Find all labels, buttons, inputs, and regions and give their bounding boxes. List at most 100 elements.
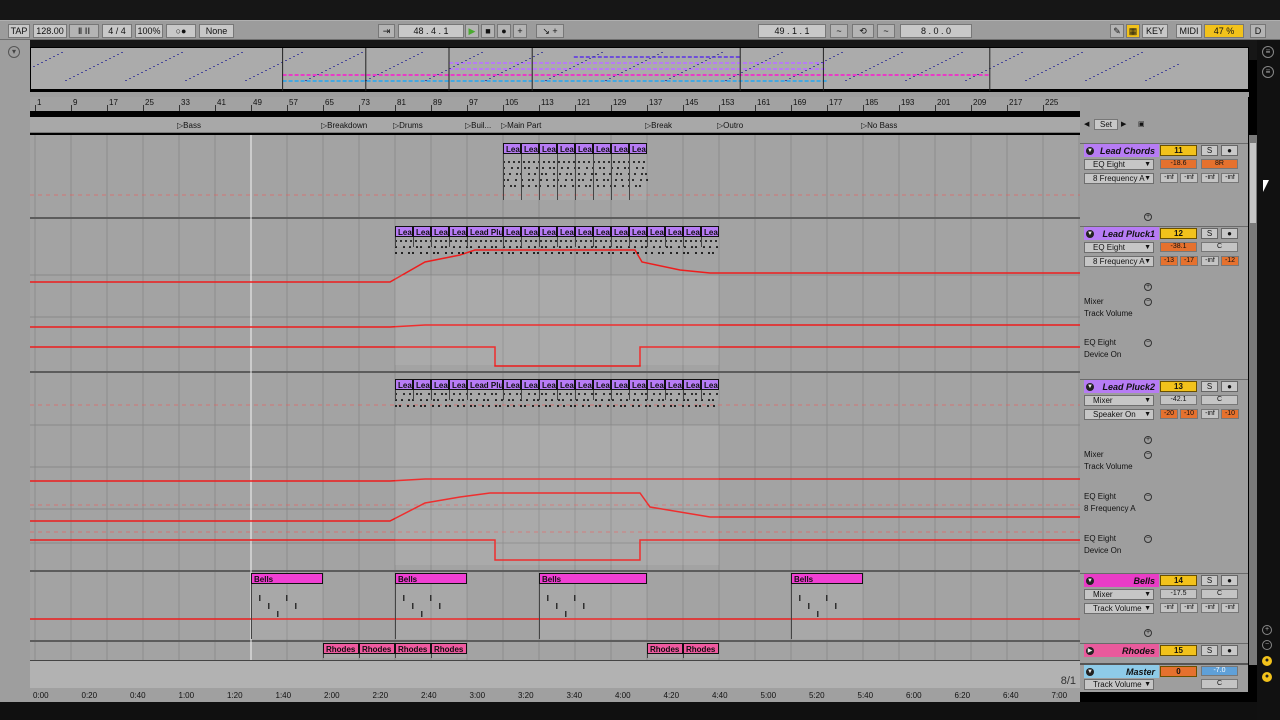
parameter-chooser[interactable]: 8 Frequency A ▼ xyxy=(1084,256,1154,267)
clip-rhodes[interactable]: Rhodes xyxy=(683,643,719,654)
track-name[interactable]: Bells xyxy=(1097,576,1155,586)
clip-body[interactable] xyxy=(449,390,467,400)
clip-lead-pluck[interactable]: Lead xyxy=(647,226,665,237)
clip-body[interactable] xyxy=(395,390,413,400)
clip-body[interactable] xyxy=(251,584,323,639)
clip-body[interactable] xyxy=(557,154,575,200)
clip-lead-pluck[interactable]: Lead xyxy=(521,379,539,390)
clip-lead-pluck[interactable]: Lead xyxy=(575,379,593,390)
pan-field[interactable]: 8R xyxy=(1201,159,1238,169)
device-chooser[interactable]: Mixer ▼ xyxy=(1084,589,1154,600)
clip-bells[interactable]: Bells xyxy=(395,573,467,584)
quantize-menu[interactable]: None xyxy=(199,24,234,38)
device-chooser[interactable]: Mixer ▼ xyxy=(1084,395,1154,406)
locator-drums[interactable]: ▷Drums xyxy=(393,121,423,130)
arm-button[interactable]: ● xyxy=(1221,145,1238,156)
clip-lead-pluck[interactable]: Lead xyxy=(665,226,683,237)
clip-body[interactable] xyxy=(557,237,575,247)
bar-ruler[interactable]: 1 9 17 25 33 41 49 57 65 73 81 89 97 105 113 121 129 137 1… xyxy=(30,97,1080,111)
clip-lead-pluck[interactable]: Lead xyxy=(647,379,665,390)
fold-toggle-icon[interactable]: ▼ xyxy=(1086,147,1094,155)
track-bells[interactable]: ▼ Bells 14 S ● Mixer ▼ Track Volume ▼ -17.… xyxy=(1080,573,1248,643)
send-c[interactable]: -inf xyxy=(1201,173,1219,183)
send-b[interactable]: -10 xyxy=(1180,409,1198,419)
clip-lead-pluck[interactable]: Lead xyxy=(701,379,719,390)
locator-mainpart[interactable]: ▷Main Part xyxy=(501,121,541,130)
clip-body[interactable] xyxy=(431,237,449,247)
scrollbar-thumb[interactable] xyxy=(1250,143,1256,223)
volume-field[interactable]: -42.1 xyxy=(1160,395,1197,405)
locator-buil[interactable]: ▷Buil... xyxy=(465,121,491,130)
clip-lead-pluck[interactable]: Lead Pluck xyxy=(467,226,503,237)
clip-lead-pluck[interactable]: Lead xyxy=(539,226,557,237)
key-map-button[interactable]: KEY xyxy=(1142,24,1168,38)
locator-bar[interactable]: ▷Bass ▷Breakdown ▷Drums ▷Buil... ▷Main Part ▷… xyxy=(30,117,1080,133)
clip-body[interactable] xyxy=(467,390,503,400)
clip-body[interactable] xyxy=(629,390,647,400)
remove-lane-icon[interactable]: − xyxy=(1144,298,1152,306)
clip-lead-pluck[interactable]: Lead xyxy=(593,379,611,390)
locator-outro[interactable]: ▷Outro xyxy=(717,121,743,130)
device-chooser[interactable]: EQ Eight ▼ xyxy=(1084,242,1154,253)
send-c[interactable]: -inf xyxy=(1201,256,1219,266)
clip-body[interactable] xyxy=(701,390,719,400)
clip-lead-pluck[interactable]: Lead xyxy=(395,226,413,237)
arm-button[interactable]: ● xyxy=(1221,228,1238,239)
clip-body[interactable] xyxy=(395,237,413,247)
solo-button[interactable]: S xyxy=(1201,145,1218,156)
loop-switch-icon[interactable]: ⟲ xyxy=(852,24,874,38)
clip-lead-pluck[interactable]: Lead xyxy=(431,379,449,390)
send-a[interactable]: -20 xyxy=(1160,409,1178,419)
song-position-field[interactable]: 48 . 4 . 1 xyxy=(398,24,464,38)
clip-body[interactable] xyxy=(647,654,683,658)
clip-lead-pluck[interactable]: Lead xyxy=(665,379,683,390)
locator-bass[interactable]: ▷Bass xyxy=(177,121,201,130)
pan-field[interactable]: C xyxy=(1201,242,1238,252)
clip-body[interactable] xyxy=(791,584,863,639)
track-lead-pluck2[interactable]: ▼ Lead Pluck2 13 S ● Mixer ▼ Speaker On ▼ … xyxy=(1080,379,1248,571)
add-lane-icon[interactable]: + xyxy=(1144,436,1152,444)
clip-lead-chords[interactable]: Lead xyxy=(629,143,647,154)
send-d[interactable]: -inf xyxy=(1221,603,1239,613)
clip-body[interactable] xyxy=(683,654,719,658)
clip-body[interactable] xyxy=(503,154,521,200)
clip-lead-chords[interactable]: Lead xyxy=(611,143,629,154)
master-lane[interactable]: 8/1 xyxy=(30,660,1080,688)
clip-lead-pluck[interactable]: Lead xyxy=(683,379,701,390)
clip-bells[interactable]: Bells xyxy=(539,573,647,584)
volume-field[interactable]: -38.1 xyxy=(1160,242,1197,252)
fold-toggle-icon[interactable]: ▼ xyxy=(1086,230,1094,238)
clip-body[interactable] xyxy=(467,237,503,247)
master-volume-field[interactable]: -7.0 xyxy=(1201,666,1238,676)
clip-body[interactable] xyxy=(395,584,467,639)
clip-body[interactable] xyxy=(413,390,431,400)
clip-lead-pluck[interactable]: Lead xyxy=(683,226,701,237)
clip-body[interactable] xyxy=(593,154,611,200)
clip-body[interactable] xyxy=(431,654,467,658)
clip-lead-pluck[interactable]: Lead Pluck xyxy=(467,379,503,390)
clip-body[interactable] xyxy=(665,237,683,247)
clip-body[interactable] xyxy=(575,237,593,247)
clip-body[interactable] xyxy=(629,237,647,247)
track-activator[interactable]: 12 xyxy=(1160,228,1197,239)
device-chooser[interactable]: EQ Eight ▼ xyxy=(1084,159,1154,170)
clip-body[interactable] xyxy=(593,390,611,400)
loop-to-clip-icon[interactable]: ▣ xyxy=(1138,120,1148,129)
track-master[interactable]: ▼ Master 0 -7.0 Track Volume ▼ C xyxy=(1080,663,1248,692)
send-a[interactable]: -inf xyxy=(1160,173,1178,183)
clip-lead-pluck[interactable]: Lead xyxy=(629,226,647,237)
clip-lead-pluck[interactable]: Lead xyxy=(503,226,521,237)
draw-mode-icon[interactable]: ✎ xyxy=(1110,24,1124,38)
send-a[interactable]: -inf xyxy=(1160,603,1178,613)
clip-bells[interactable]: Bells xyxy=(251,573,323,584)
clip-view-icon[interactable]: ● xyxy=(1262,672,1272,682)
clip-lead-pluck[interactable]: Lead xyxy=(575,226,593,237)
clip-body[interactable] xyxy=(539,237,557,247)
loop-start-field[interactable]: 49 . 1 . 1 xyxy=(758,24,826,38)
parameter-chooser[interactable]: Track Volume ▼ xyxy=(1084,679,1154,690)
send-c[interactable]: -inf xyxy=(1201,603,1219,613)
tap-tempo-button[interactable]: TAP xyxy=(8,24,30,38)
volume-field[interactable]: -18.6 xyxy=(1160,159,1197,169)
track-lead-pluck1[interactable]: ▼ Lead Pluck1 12 S ● EQ Eight ▼ 8 Frequen… xyxy=(1080,226,1248,372)
clip-body[interactable] xyxy=(647,237,665,247)
